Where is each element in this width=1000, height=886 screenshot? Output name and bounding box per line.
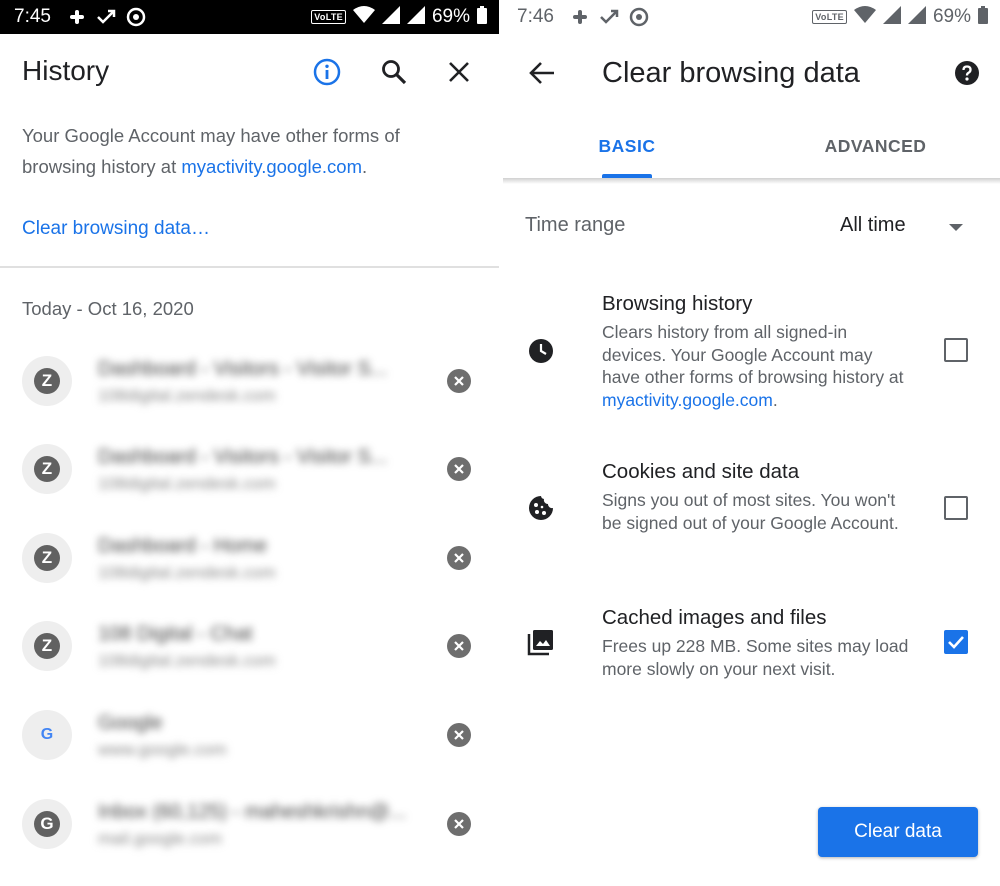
missed-call-icon <box>599 8 619 26</box>
favicon: Z <box>22 621 72 671</box>
item-url: 108digital.zendesk.com <box>98 474 276 493</box>
myactivity-link[interactable]: myactivity.google.com <box>181 156 362 177</box>
option-description-suffix: . <box>772 390 778 411</box>
info-icon[interactable] <box>311 56 343 88</box>
search-icon[interactable] <box>378 56 410 88</box>
favicon-letter: G <box>34 811 60 837</box>
date-header: Today - Oct 16, 2020 <box>22 298 194 319</box>
option-description: Clears history from all signed-in device… <box>602 321 912 412</box>
cookies-checkbox[interactable] <box>944 496 968 520</box>
checkmark-icon <box>948 636 964 649</box>
help-icon[interactable] <box>953 59 981 87</box>
item-url: 108digital.zendesk.com <box>98 386 276 405</box>
item-title: Dashboard - Home <box>98 535 267 557</box>
at-sign-icon <box>629 7 649 27</box>
divider <box>0 266 499 268</box>
favicon: G <box>22 799 72 849</box>
list-item[interactable]: Z Dashboard - Visitors - Visitor S... 10… <box>0 356 499 444</box>
history-toolbar: History <box>0 34 499 110</box>
cached-images-checkbox[interactable] <box>944 630 968 654</box>
time-range-dropdown[interactable]: All time <box>840 214 906 237</box>
page-title: History <box>22 55 110 86</box>
info-text-suffix: . <box>362 156 368 177</box>
image-icon <box>527 628 555 656</box>
signal-icon <box>882 5 901 29</box>
battery-percent: 69% <box>431 6 470 27</box>
clear-browsing-data-link[interactable]: Clear browsing data… <box>22 218 210 240</box>
myactivity-link[interactable]: myactivity.google.com <box>602 390 773 410</box>
at-sign-icon <box>126 7 146 27</box>
tab-advanced[interactable]: ADVANCED <box>751 114 1000 178</box>
favicon: G <box>22 710 72 760</box>
list-item[interactable]: G Inbox (60,125) - maheshkrishn@... mail… <box>0 799 499 886</box>
battery-percent: 69% <box>932 6 971 27</box>
item-title: 108 Digital - Chat <box>98 623 253 645</box>
wifi-icon <box>352 5 375 29</box>
slack-icon <box>571 8 589 26</box>
battery-icon <box>477 5 487 29</box>
item-url: www.google.com <box>98 740 227 759</box>
list-item[interactable]: G Google www.google.com <box>0 710 499 798</box>
favicon: Z <box>22 533 72 583</box>
history-screen: 7:45 VoLTE 69% History Your Google Accou… <box>0 0 499 886</box>
list-item[interactable]: Z 108 Digital - Chat 108digital.zendesk.… <box>0 621 499 709</box>
item-title: Dashboard - Visitors - Visitor S... <box>98 446 388 468</box>
tab-bar-shadow <box>503 178 1000 184</box>
remove-item-icon[interactable] <box>447 457 471 481</box>
missed-call-icon <box>96 8 116 26</box>
remove-item-icon[interactable] <box>447 812 471 836</box>
signal-icon-2 <box>406 5 425 29</box>
remove-item-icon[interactable] <box>447 723 471 747</box>
clear-browsing-data-screen: 7:46 VoLTE 69% Clear browsing data BASIC… <box>503 0 1000 886</box>
item-url: 108digital.zendesk.com <box>98 651 276 670</box>
option-description-text: Clears history from all signed-in device… <box>602 322 904 388</box>
remove-item-icon[interactable] <box>447 369 471 393</box>
back-arrow-icon[interactable] <box>527 58 557 88</box>
clear-data-button[interactable]: Clear data <box>818 807 978 857</box>
status-bar: 7:46 VoLTE 69% <box>503 0 1000 34</box>
item-url: mail.google.com <box>98 829 222 848</box>
item-title: Dashboard - Visitors - Visitor S... <box>98 358 388 380</box>
favicon-letter: Z <box>34 545 60 571</box>
favicon: Z <box>22 444 72 494</box>
status-time: 7:45 <box>14 6 51 27</box>
battery-icon <box>978 5 988 29</box>
favicon-letter: Z <box>34 633 60 659</box>
list-item[interactable]: Z Dashboard - Visitors - Visitor S... 10… <box>0 444 499 532</box>
option-description: Signs you out of most sites. You won't b… <box>602 490 899 533</box>
dropdown-arrow-icon[interactable] <box>949 224 963 231</box>
wifi-icon <box>853 5 876 29</box>
status-time: 7:46 <box>517 6 554 27</box>
favicon-letter: Z <box>34 456 60 482</box>
page-title: Clear browsing data <box>602 57 860 89</box>
item-url: 108digital.zendesk.com <box>98 563 276 582</box>
google-favicon-icon: G <box>40 726 54 743</box>
favicon: Z <box>22 356 72 406</box>
account-info-text: Your Google Account may have other forms… <box>22 120 462 182</box>
signal-icon <box>381 5 400 29</box>
close-icon[interactable] <box>443 56 475 88</box>
volte-badge: VoLTE <box>812 10 847 24</box>
option-description: Frees up 228 MB. Some sites may load mor… <box>602 636 909 679</box>
option-title: Browsing history <box>602 292 753 315</box>
slack-icon <box>68 8 86 26</box>
list-item[interactable]: Z Dashboard - Home 108digital.zendesk.co… <box>0 533 499 621</box>
tab-bar: BASIC ADVANCED <box>503 114 1000 178</box>
option-title: Cached images and files <box>602 606 827 629</box>
signal-icon-2 <box>907 5 926 29</box>
time-range-label: Time range <box>525 214 626 236</box>
item-title: Google <box>98 712 163 734</box>
option-title: Cookies and site data <box>602 460 800 483</box>
clock-icon <box>527 337 555 365</box>
tab-basic[interactable]: BASIC <box>503 114 751 178</box>
remove-item-icon[interactable] <box>447 634 471 658</box>
status-bar: 7:45 VoLTE 69% <box>0 0 499 34</box>
clear-data-toolbar: Clear browsing data <box>503 34 1000 114</box>
cookie-icon <box>527 494 555 522</box>
volte-badge: VoLTE <box>311 10 346 24</box>
item-title: Inbox (60,125) - maheshkrishn@... <box>98 801 407 823</box>
remove-item-icon[interactable] <box>447 546 471 570</box>
favicon-letter: Z <box>34 368 60 394</box>
browsing-history-checkbox[interactable] <box>944 338 968 362</box>
